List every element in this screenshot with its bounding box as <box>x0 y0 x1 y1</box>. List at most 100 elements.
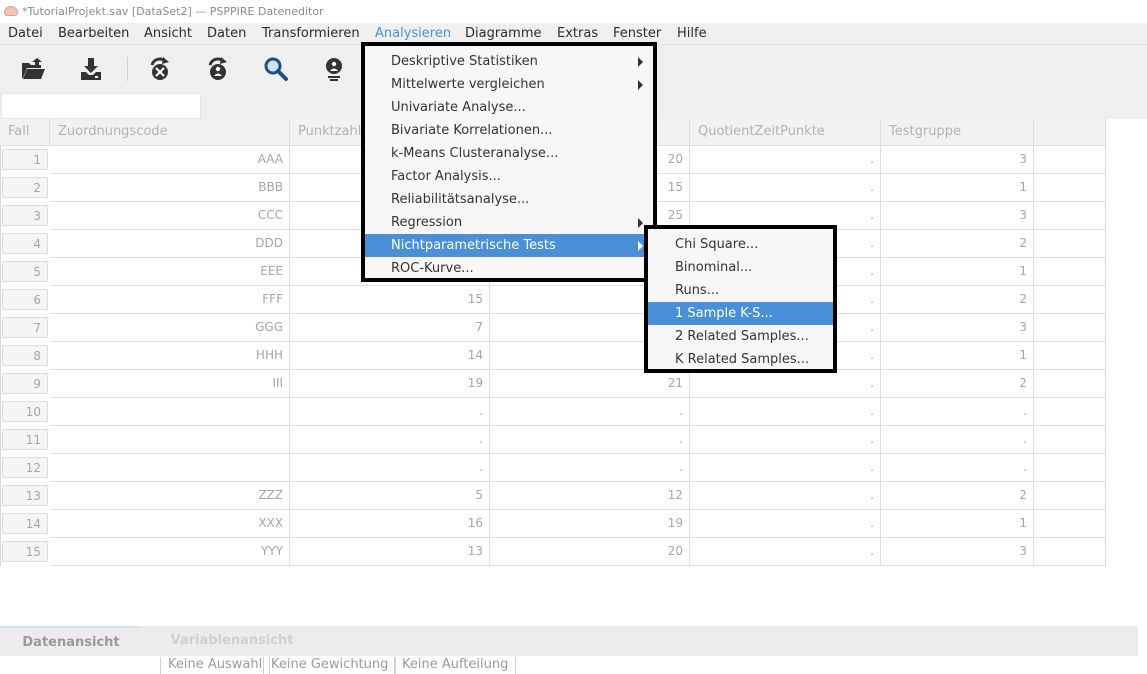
save-download-icon[interactable] <box>75 53 107 85</box>
analyze-menu-item[interactable]: Reliabilitätsanalyse... <box>365 188 653 211</box>
cell-punktzahl[interactable]: . <box>290 426 490 454</box>
cell-empty[interactable] <box>1034 454 1106 482</box>
cell-zuordnungscode[interactable]: CCC <box>50 202 290 230</box>
cell-zuordnungscode[interactable]: YYY <box>50 538 290 566</box>
nonparametric-menu-item[interactable]: Binominal... <box>648 256 833 279</box>
cell-empty[interactable] <box>1034 314 1106 342</box>
cell-hidden-column[interactable]: 12 <box>490 482 690 510</box>
cell-punktzahl[interactable]: . <box>290 454 490 482</box>
cell-testgruppe[interactable]: 1 <box>881 258 1034 286</box>
row-number[interactable]: 10 <box>2 401 48 422</box>
cell-hidden-column[interactable]: . <box>490 398 690 426</box>
menu-extras[interactable]: Extras <box>557 26 598 41</box>
analyze-menu-item[interactable]: Univariate Analyse... <box>365 96 653 119</box>
row-number[interactable]: 5 <box>2 261 48 282</box>
analyze-menu-item[interactable]: Mittelwerte vergleichen <box>365 73 653 96</box>
menu-fenster[interactable]: Fenster <box>613 26 661 41</box>
cell-testgruppe[interactable]: 2 <box>881 230 1034 258</box>
nonparametric-menu-item[interactable]: 2 Related Samples... <box>648 325 833 348</box>
analyze-menu-item[interactable]: k-Means Clusteranalyse... <box>365 142 653 165</box>
cell-empty[interactable] <box>1034 202 1106 230</box>
nonparametric-menu-item[interactable]: 1 Sample K-S... <box>648 302 833 325</box>
cell-empty[interactable] <box>1034 258 1106 286</box>
cell-zuordnungscode[interactable]: GGG <box>50 314 290 342</box>
cell-quotientzeitpunkte[interactable]: . <box>690 174 881 202</box>
row-number[interactable]: 14 <box>2 513 48 534</box>
menu-diagramme[interactable]: Diagramme <box>465 26 541 41</box>
cell-zuordnungscode[interactable]: BBB <box>50 174 290 202</box>
analyze-menu-item[interactable]: ROC-Kurve... <box>365 257 653 280</box>
cell-testgruppe[interactable]: 3 <box>881 538 1034 566</box>
cell-testgruppe[interactable]: . <box>881 426 1034 454</box>
cell-empty[interactable] <box>1034 370 1106 398</box>
row-number[interactable]: 4 <box>2 233 48 254</box>
cell-empty[interactable] <box>1034 286 1106 314</box>
row-number[interactable]: 8 <box>2 345 48 366</box>
find-icon[interactable] <box>260 53 292 85</box>
cell-zuordnungscode[interactable]: FFF <box>50 286 290 314</box>
row-number[interactable]: 7 <box>2 317 48 338</box>
cell-hidden-column[interactable]: 20 <box>490 538 690 566</box>
cell-quotientzeitpunkte[interactable]: . <box>690 146 881 174</box>
cell-punktzahl[interactable]: 16 <box>290 510 490 538</box>
goto-variable-icon[interactable] <box>202 53 234 85</box>
cell-testgruppe[interactable]: 1 <box>881 342 1034 370</box>
column-header-fall[interactable]: Fall <box>0 119 50 146</box>
menu-analysieren[interactable]: Analysieren <box>375 26 451 41</box>
column-header-testgruppe[interactable]: Testgruppe <box>881 119 1034 146</box>
row-number[interactable]: 2 <box>2 177 48 198</box>
cell-zuordnungscode[interactable]: DDD <box>50 230 290 258</box>
open-file-icon[interactable] <box>17 53 49 85</box>
cell-testgruppe[interactable]: 2 <box>881 370 1034 398</box>
cell-quotientzeitpunkte[interactable]: . <box>690 454 881 482</box>
cell-empty[interactable] <box>1034 146 1106 174</box>
cell-quotientzeitpunkte[interactable]: . <box>690 426 881 454</box>
analyze-menu-item[interactable]: Bivariate Korrelationen... <box>365 119 653 142</box>
cell-empty[interactable] <box>1034 174 1106 202</box>
cell-zuordnungscode[interactable]: XXX <box>50 510 290 538</box>
cell-testgruppe[interactable]: 3 <box>881 314 1034 342</box>
column-header-zuordnungscode[interactable]: Zuordnungscode <box>50 119 290 146</box>
row-number[interactable]: 13 <box>2 485 48 506</box>
cell-zuordnungscode[interactable]: HHH <box>50 342 290 370</box>
analyze-menu-item[interactable]: Nichtparametrische Tests <box>365 234 653 257</box>
cell-testgruppe[interactable]: 1 <box>881 510 1034 538</box>
column-header-quotientzeitpunkte[interactable]: QuotientZeitPunkte <box>690 119 881 146</box>
cell-punktzahl[interactable]: 15 <box>290 286 490 314</box>
analyze-menu-item[interactable]: Regression <box>365 211 653 234</box>
cell-quotientzeitpunkte[interactable]: . <box>690 510 881 538</box>
cell-zuordnungscode[interactable] <box>50 398 290 426</box>
cell-reference-input[interactable] <box>1 93 201 119</box>
cell-testgruppe[interactable]: 3 <box>881 202 1034 230</box>
cell-quotientzeitpunkte[interactable]: . <box>690 482 881 510</box>
cell-punktzahl[interactable]: 13 <box>290 538 490 566</box>
column-header-empty[interactable] <box>1034 119 1106 146</box>
cell-testgruppe[interactable]: . <box>881 454 1034 482</box>
menu-bearbeiten[interactable]: Bearbeiten <box>58 26 129 41</box>
menu-hilfe[interactable]: Hilfe <box>677 26 707 41</box>
cell-testgruppe[interactable]: 2 <box>881 482 1034 510</box>
row-number[interactable]: 11 <box>2 429 48 450</box>
menu-ansicht[interactable]: Ansicht <box>144 26 192 41</box>
row-number[interactable]: 9 <box>2 373 48 394</box>
nonparametric-menu-item[interactable]: Runs... <box>648 279 833 302</box>
cell-empty[interactable] <box>1034 482 1106 510</box>
tab-variablenansicht[interactable]: Variablenansicht <box>142 626 322 656</box>
cell-punktzahl[interactable]: 19 <box>290 370 490 398</box>
cell-punktzahl[interactable]: 7 <box>290 314 490 342</box>
cell-testgruppe[interactable]: . <box>881 398 1034 426</box>
analyze-menu-item[interactable]: Factor Analysis... <box>365 165 653 188</box>
variables-info-icon[interactable] <box>318 53 350 85</box>
cell-zuordnungscode[interactable] <box>50 454 290 482</box>
menu-datei[interactable]: Datei <box>8 26 43 41</box>
cell-punktzahl[interactable]: . <box>290 398 490 426</box>
cell-testgruppe[interactable]: 1 <box>881 174 1034 202</box>
cell-testgruppe[interactable]: 2 <box>881 286 1034 314</box>
menu-transformieren[interactable]: Transformieren <box>262 26 360 41</box>
row-number[interactable]: 12 <box>2 457 48 478</box>
cell-hidden-column[interactable]: 21 <box>490 370 690 398</box>
cell-hidden-column[interactable]: . <box>490 454 690 482</box>
tab-datenansicht[interactable]: Datenansicht <box>0 626 142 656</box>
cell-zuordnungscode[interactable] <box>50 426 290 454</box>
cell-hidden-column[interactable]: . <box>490 426 690 454</box>
